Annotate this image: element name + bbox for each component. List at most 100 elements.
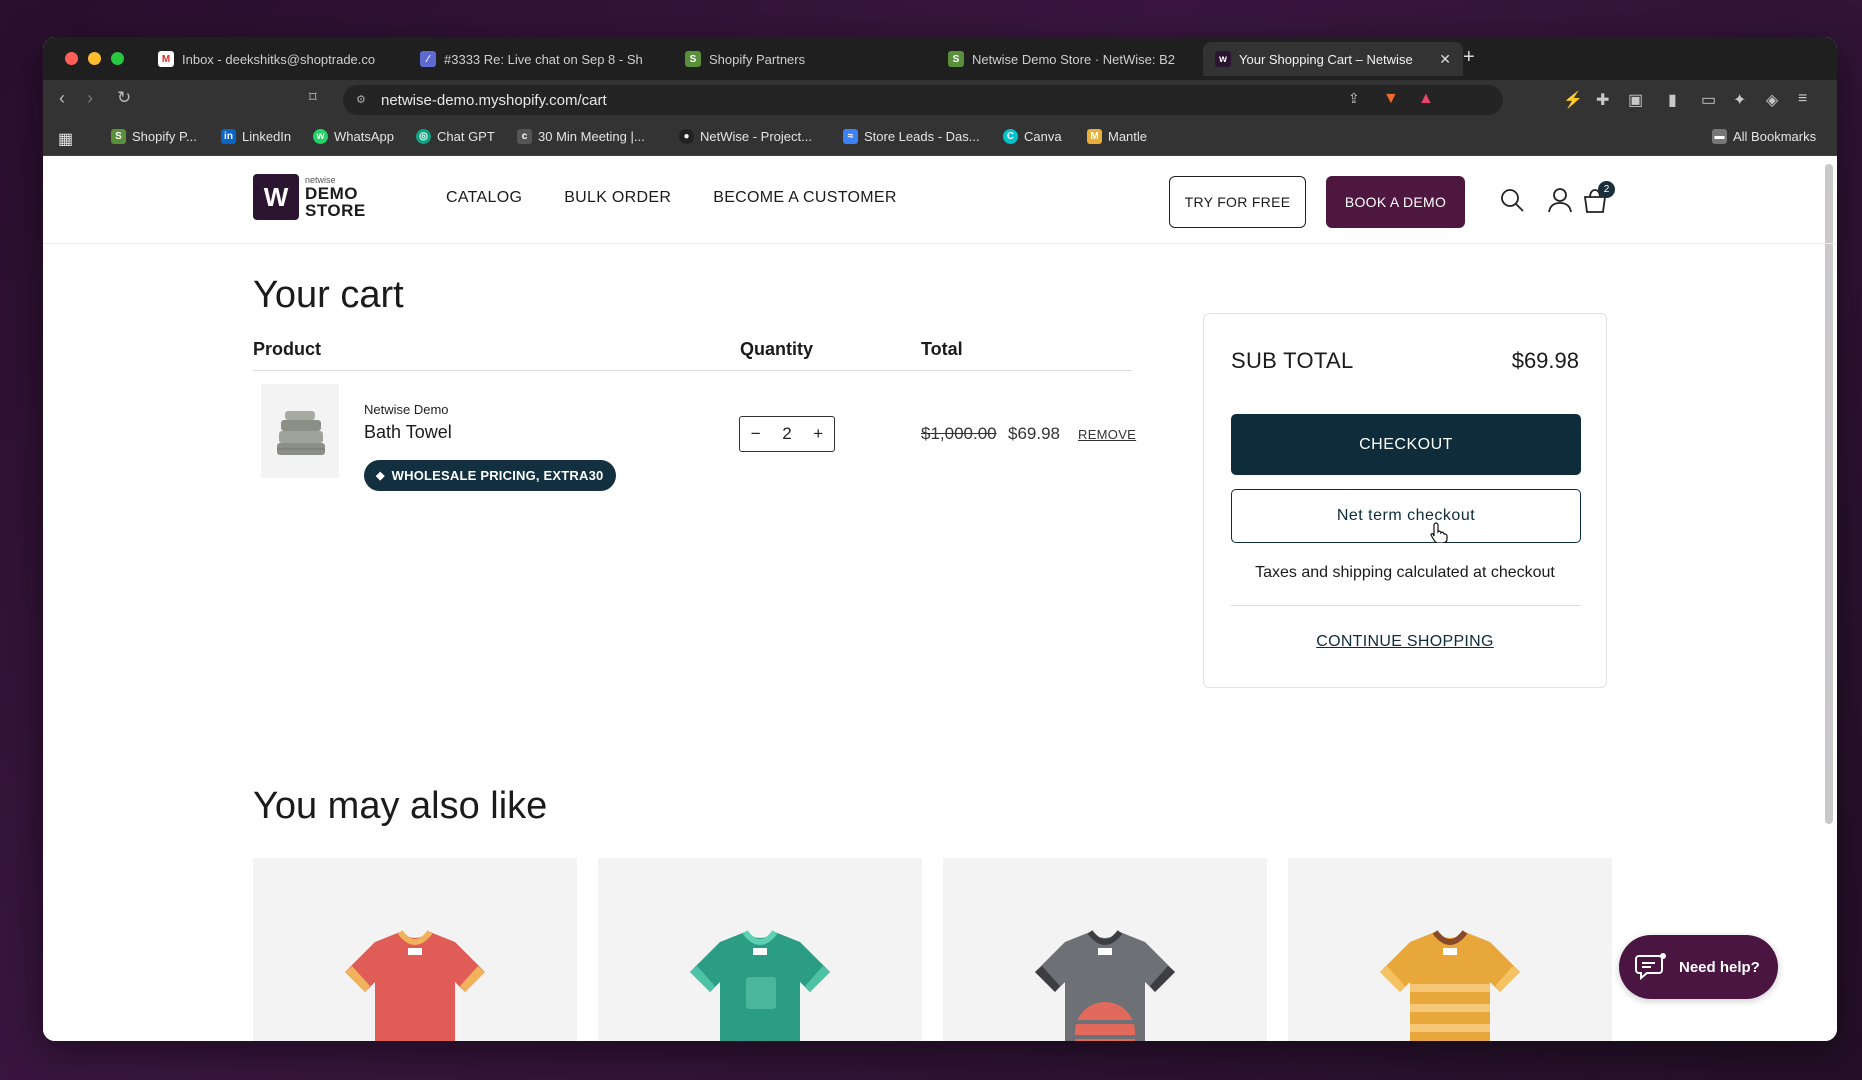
striped-tshirt-icon bbox=[1380, 930, 1520, 1041]
tax-note: Taxes and shipping calculated at checkou… bbox=[1255, 564, 1555, 581]
new-tab-button[interactable]: + bbox=[1463, 46, 1475, 69]
checkout-button[interactable]: CHECKOUT bbox=[1231, 414, 1581, 475]
bookmark-label: Shopify P... bbox=[132, 129, 197, 144]
gmail-icon: M bbox=[158, 51, 174, 67]
reload-icon[interactable]: ↻ bbox=[117, 88, 131, 108]
main-nav: CATALOG BULK ORDER BECOME A CUSTOMER bbox=[446, 189, 897, 207]
menu-icon[interactable]: ≡ bbox=[1798, 90, 1807, 108]
column-total: Total bbox=[921, 339, 963, 359]
logo-line-2: STORE bbox=[305, 200, 366, 220]
cart-count-badge: 2 bbox=[1598, 181, 1615, 198]
chat-bubble-icon bbox=[1635, 953, 1666, 981]
tab-live-chat[interactable]: ⁄ #3333 Re: Live chat on Sep 8 - Sh bbox=[408, 42, 698, 76]
forward-icon[interactable]: › bbox=[87, 88, 93, 109]
store-logo[interactable]: W netwise DEMO STORE bbox=[253, 174, 366, 220]
red-tshirt-icon bbox=[345, 930, 485, 1041]
brave-rewards-icon[interactable]: ▲ bbox=[1418, 90, 1434, 108]
github-icon: ● bbox=[679, 129, 694, 144]
need-help-button[interactable]: Need help? bbox=[1619, 935, 1778, 999]
page-content: W netwise DEMO STORE CATALOG BULK ORDER … bbox=[43, 156, 1837, 1041]
cart-title: Your cart bbox=[253, 274, 404, 316]
folder-icon: ▬ bbox=[1712, 129, 1727, 144]
brave-shields-icon[interactable]: ▼ bbox=[1383, 90, 1399, 108]
bookmark-mantle[interactable]: M Mantle bbox=[1087, 129, 1147, 144]
towel-stack-icon bbox=[277, 411, 325, 455]
site-settings-icon[interactable]: ⚙ bbox=[356, 93, 370, 107]
tab-title: Inbox - deekshitks@shoptrade.co bbox=[182, 51, 376, 67]
canva-icon: C bbox=[1003, 129, 1018, 144]
column-product: Product bbox=[253, 339, 322, 359]
product-card[interactable] bbox=[1288, 858, 1612, 1041]
all-bookmarks[interactable]: ▬ All Bookmarks bbox=[1712, 129, 1816, 144]
bookmark-label: Store Leads - Das... bbox=[864, 129, 980, 144]
tab-netwise-demo[interactable]: S Netwise Demo Store · NetWise: B2 bbox=[936, 42, 1196, 76]
order-summary: SUB TOTAL $69.98 CHECKOUT Net term check… bbox=[1203, 313, 1607, 688]
bookmark-store-leads[interactable]: ≈ Store Leads - Das... bbox=[843, 129, 980, 144]
nav-bulk-order[interactable]: BULK ORDER bbox=[564, 189, 671, 207]
bookmark-label: WhatsApp bbox=[334, 129, 394, 144]
tab-strip: M Inbox - deekshitks@shoptrade.co ⁄ #333… bbox=[43, 37, 1837, 80]
product-card[interactable] bbox=[598, 858, 922, 1041]
book-demo-button[interactable]: BOOK A DEMO bbox=[1326, 176, 1465, 228]
close-window-button[interactable] bbox=[65, 52, 78, 65]
try-for-free-button[interactable]: TRY FOR FREE bbox=[1169, 176, 1306, 228]
quantity-input[interactable]: 2 bbox=[782, 424, 791, 444]
wallet-icon[interactable]: ▭ bbox=[1701, 90, 1716, 110]
sidebar-icon[interactable]: ▮ bbox=[1668, 90, 1677, 110]
hand-cursor-icon bbox=[1430, 522, 1448, 543]
tab-title: #3333 Re: Live chat on Sep 8 - Sh bbox=[444, 51, 643, 67]
bookmark-icon[interactable]: ⌑ bbox=[309, 88, 317, 106]
logo-line-1: DEMO bbox=[305, 183, 358, 203]
minimize-window-button[interactable] bbox=[88, 52, 101, 65]
vpn-icon[interactable]: ◈ bbox=[1766, 90, 1778, 110]
product-card[interactable] bbox=[943, 858, 1267, 1041]
netwise-icon: w bbox=[1215, 51, 1231, 67]
tab-title: Shopify Partners bbox=[709, 51, 806, 67]
close-tab-icon[interactable]: ✕ bbox=[1439, 51, 1451, 68]
net-term-checkout-button[interactable]: Net term checkout bbox=[1231, 489, 1581, 543]
product-card[interactable] bbox=[253, 858, 577, 1041]
puzzle-icon[interactable]: ✚ bbox=[1596, 90, 1609, 110]
original-price: $1,000.00 bbox=[921, 424, 997, 443]
discounted-price: $69.98 bbox=[1008, 424, 1060, 443]
remove-item-link[interactable]: REMOVE bbox=[1078, 427, 1136, 442]
product-name[interactable]: Bath Towel bbox=[364, 422, 452, 443]
bookmark-canva[interactable]: C Canva bbox=[1003, 129, 1062, 144]
bookmark-label: Mantle bbox=[1108, 129, 1148, 144]
window-controls bbox=[65, 52, 124, 65]
bookmark-shopify[interactable]: S Shopify P... bbox=[111, 129, 197, 144]
apps-grid-icon[interactable]: ▦ bbox=[58, 129, 73, 149]
bookmark-chatgpt[interactable]: ◎ Chat GPT bbox=[416, 129, 495, 144]
browser-window: M Inbox - deekshitks@shoptrade.co ⁄ #333… bbox=[43, 37, 1837, 1041]
bookmark-linkedin[interactable]: in LinkedIn bbox=[221, 129, 291, 144]
back-icon[interactable]: ‹ bbox=[59, 88, 65, 109]
tab-shopping-cart[interactable]: w Your Shopping Cart – Netwise ✕ bbox=[1203, 42, 1463, 76]
continue-shopping-link[interactable]: CONTINUE SHOPPING bbox=[1204, 633, 1606, 651]
linkedin-icon: in bbox=[221, 129, 236, 144]
search-icon[interactable] bbox=[1498, 186, 1526, 214]
shopify-icon: S bbox=[948, 51, 964, 67]
tab-inbox[interactable]: M Inbox - deekshitks@shoptrade.co bbox=[146, 42, 436, 76]
quantity-increase-button[interactable]: + bbox=[813, 424, 823, 444]
account-icon[interactable] bbox=[1546, 186, 1574, 214]
leo-icon[interactable]: ✦ bbox=[1733, 90, 1746, 110]
nav-become-customer[interactable]: BECOME A CUSTOMER bbox=[713, 189, 897, 207]
bookmark-github[interactable]: ● NetWise - Project... bbox=[679, 129, 812, 144]
url-text: netwise-demo.myshopify.com/cart bbox=[381, 91, 607, 109]
tab-shopify-partners[interactable]: S Shopify Partners bbox=[673, 42, 933, 76]
page-scrollbar[interactable] bbox=[1825, 164, 1833, 824]
product-thumbnail[interactable] bbox=[261, 384, 339, 478]
extension-icon[interactable]: ⚡ bbox=[1563, 90, 1583, 110]
whatsapp-icon: w bbox=[313, 129, 328, 144]
bookmark-whatsapp[interactable]: w WhatsApp bbox=[313, 129, 394, 144]
bookmark-meeting[interactable]: c 30 Min Meeting |... bbox=[517, 129, 645, 144]
share-icon[interactable]: ⇪ bbox=[1348, 90, 1360, 107]
tab-search-icon[interactable]: ▣ bbox=[1628, 90, 1643, 110]
quantity-decrease-button[interactable]: − bbox=[751, 424, 761, 444]
address-bar[interactable]: ⚙ netwise-demo.myshopify.com/cart bbox=[343, 85, 1503, 115]
quantity-stepper: − 2 + bbox=[739, 416, 835, 452]
maximize-window-button[interactable] bbox=[111, 52, 124, 65]
nav-catalog[interactable]: CATALOG bbox=[446, 189, 522, 207]
tab-title: Netwise Demo Store · NetWise: B2 bbox=[972, 51, 1176, 67]
subtotal-label: SUB TOTAL bbox=[1231, 348, 1354, 373]
